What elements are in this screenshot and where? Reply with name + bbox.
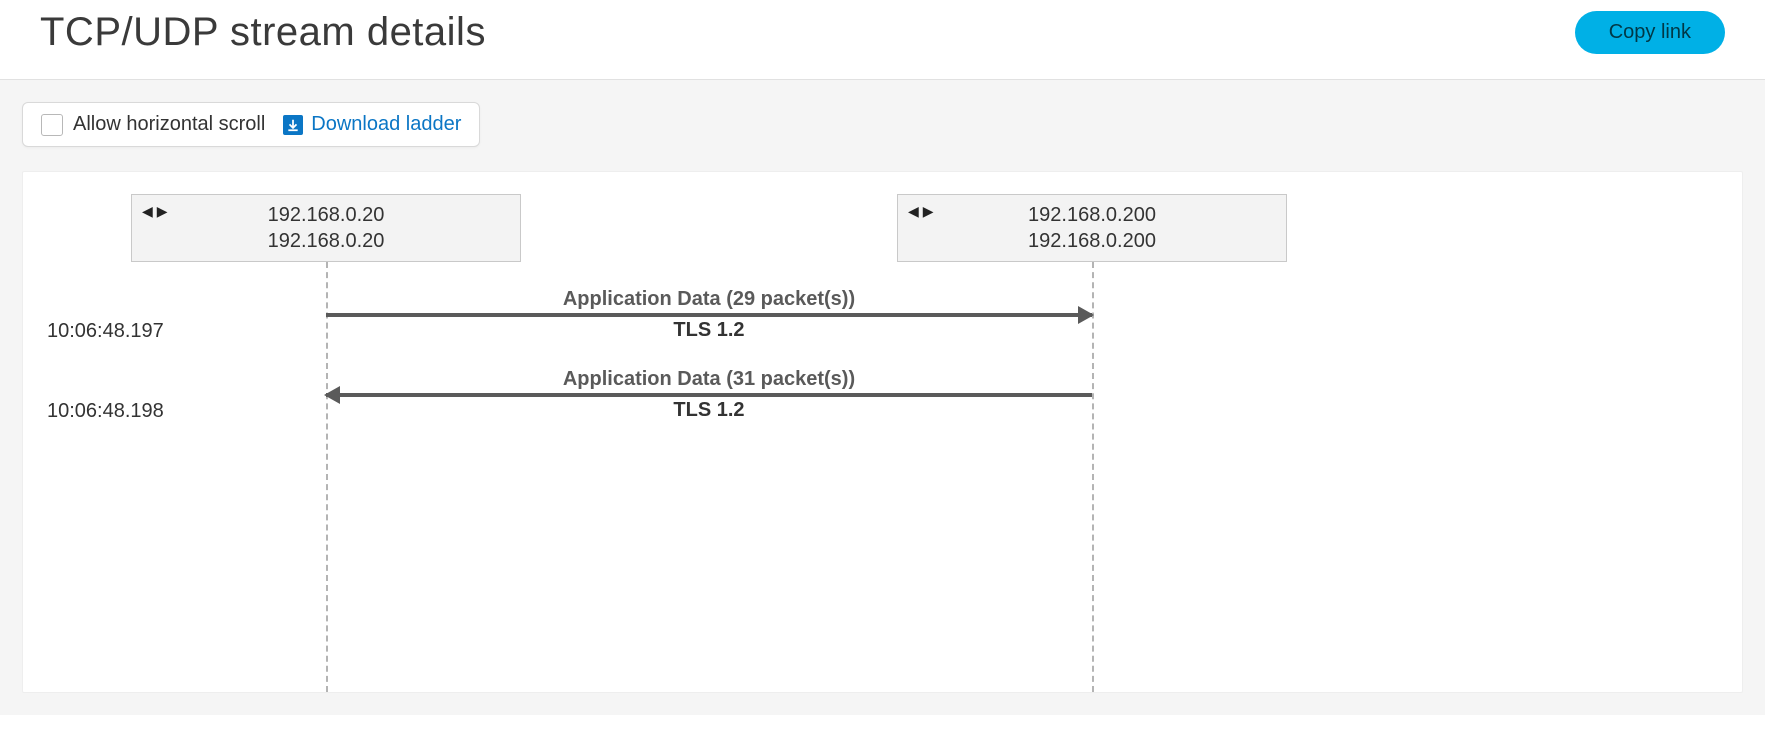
lifeline-right <box>1092 262 1094 692</box>
allow-horizontal-scroll-checkbox[interactable]: Allow horizontal scroll <box>41 113 265 136</box>
host-right-ip-2: 192.168.0.200 <box>1028 228 1156 254</box>
timestamp-1: 10:06:48.197 <box>47 320 164 343</box>
ladder-diagram: ◀ ▶ 192.168.0.20 192.168.0.20 ◀ ▶ 192.16… <box>22 171 1743 693</box>
message-1-top-label: Application Data (29 packet(s)) <box>326 288 1092 311</box>
message-1-bottom-label: TLS 1.2 <box>326 319 1092 342</box>
timestamp-2: 10:06:48.198 <box>47 400 164 423</box>
host-left-ip-2: 192.168.0.20 <box>268 228 385 254</box>
copy-link-button[interactable]: Copy link <box>1575 11 1725 54</box>
message-2-top-label: Application Data (31 packet(s)) <box>326 368 1092 391</box>
arrow-left-icon <box>324 386 340 404</box>
host-box-left: ◀ ▶ 192.168.0.20 192.168.0.20 <box>131 194 521 262</box>
message-arrow-1[interactable]: Application Data (29 packet(s)) TLS 1.2 <box>326 288 1092 342</box>
host-left-ip-1: 192.168.0.20 <box>268 202 385 228</box>
message-2-bottom-label: TLS 1.2 <box>326 399 1092 422</box>
host-right-next-icon[interactable]: ▶ <box>923 203 934 220</box>
allow-horizontal-scroll-label: Allow horizontal scroll <box>73 113 265 136</box>
page-title: TCP/UDP stream details <box>40 10 486 55</box>
download-ladder-link[interactable]: Download ladder <box>283 113 461 136</box>
host-right-ip-1: 192.168.0.200 <box>1028 202 1156 228</box>
toolbar: Allow horizontal scroll Download ladder <box>22 102 480 147</box>
arrow-line-2 <box>326 393 1092 397</box>
download-icon <box>283 115 303 135</box>
host-left-next-icon[interactable]: ▶ <box>157 203 168 220</box>
download-ladder-label: Download ladder <box>311 113 461 136</box>
host-box-right: ◀ ▶ 192.168.0.200 192.168.0.200 <box>897 194 1287 262</box>
checkbox-icon <box>41 114 63 136</box>
arrow-right-icon <box>1078 306 1094 324</box>
arrow-line-1 <box>326 313 1092 317</box>
host-right-prev-icon[interactable]: ◀ <box>908 203 919 220</box>
host-left-prev-icon[interactable]: ◀ <box>142 203 153 220</box>
message-arrow-2[interactable]: Application Data (31 packet(s)) TLS 1.2 <box>326 368 1092 422</box>
